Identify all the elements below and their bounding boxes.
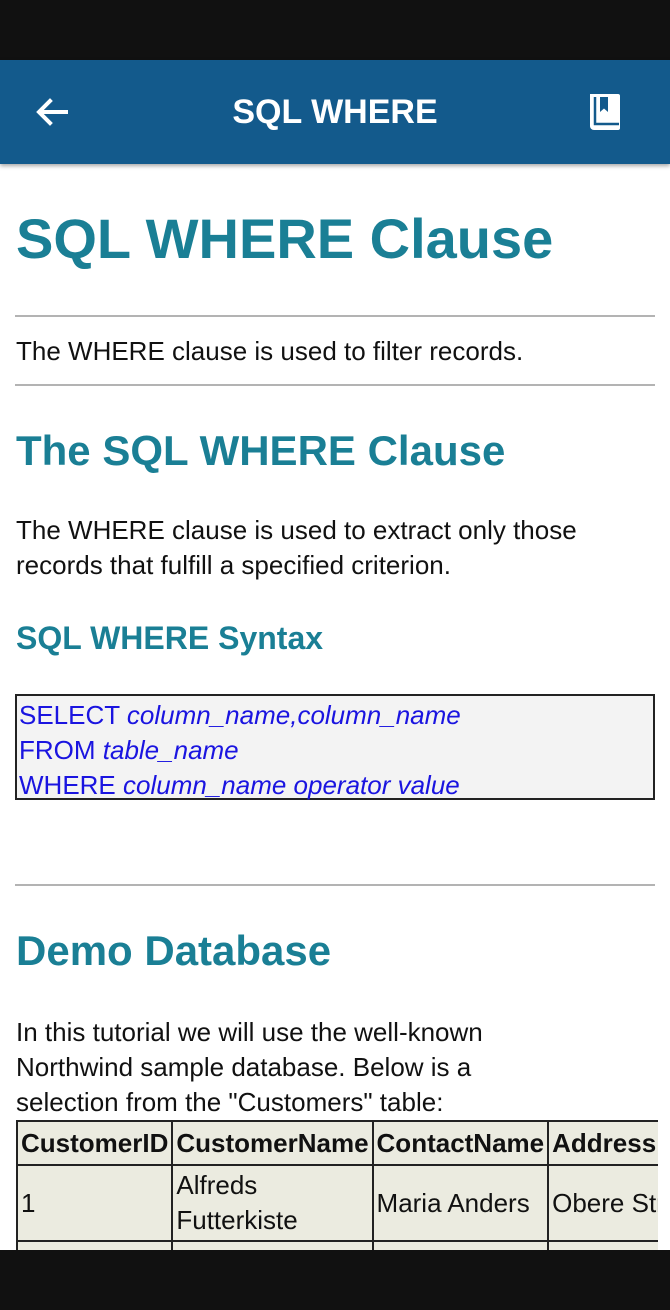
column-header: CustomerID bbox=[16, 1120, 174, 1166]
demo-heading: Demo Database bbox=[16, 927, 332, 974]
code-keyword: FROM bbox=[19, 735, 103, 765]
column-header: CustomerName bbox=[171, 1120, 374, 1166]
arrow-back-icon bbox=[36, 98, 68, 126]
divider bbox=[15, 884, 655, 886]
divider bbox=[15, 384, 655, 386]
code-line: FROM table_name bbox=[19, 733, 653, 768]
code-placeholder: column_name,column_name bbox=[126, 700, 461, 730]
table-cell: Obere Str. 57 bbox=[547, 1164, 658, 1242]
table-cell: Avda. bbox=[547, 1240, 658, 1250]
demo-text: In this tutorial we will use the well-kn… bbox=[16, 1017, 483, 1117]
syntax-heading: SQL WHERE Syntax bbox=[16, 620, 324, 656]
page-title: SQL WHERE Clause bbox=[16, 207, 554, 270]
back-button[interactable] bbox=[28, 88, 76, 136]
status-bar bbox=[0, 0, 670, 60]
customers-table: CustomerID CustomerName ContactName Addr… bbox=[16, 1120, 658, 1250]
code-keyword: SELECT bbox=[19, 700, 127, 730]
intro-text: The WHERE clause is used to filter recor… bbox=[16, 336, 524, 366]
section-heading: The SQL WHERE Clause bbox=[16, 427, 506, 474]
table-cell bbox=[371, 1240, 550, 1250]
app-bar-title: SQL WHERE bbox=[232, 93, 438, 131]
table-cell: Ana Trujillo bbox=[171, 1240, 374, 1250]
code-line: SELECT column_name,column_name bbox=[19, 698, 653, 733]
navigation-bar bbox=[0, 1250, 670, 1310]
table-cell: 2 bbox=[16, 1240, 174, 1250]
customers-table-scroll[interactable]: CustomerID CustomerName ContactName Addr… bbox=[16, 1120, 658, 1250]
table-cell: Maria Anders bbox=[371, 1164, 550, 1242]
table-row: 1 Alfreds Futterkiste Maria Anders Obere… bbox=[16, 1164, 658, 1242]
column-header: ContactName bbox=[371, 1120, 550, 1166]
divider bbox=[15, 315, 655, 317]
app-bar: SQL WHERE bbox=[0, 60, 670, 164]
code-keyword: WHERE bbox=[19, 770, 123, 800]
table-cell: 1 bbox=[16, 1164, 174, 1242]
bookmark-button[interactable] bbox=[580, 88, 628, 136]
bookmark-book-icon bbox=[590, 94, 620, 130]
syntax-code-box: SELECT column_name,column_name FROM tabl… bbox=[15, 694, 655, 800]
column-header: Address bbox=[547, 1120, 658, 1166]
code-placeholder: table_name bbox=[102, 735, 239, 765]
table-cell: Alfreds Futterkiste bbox=[171, 1164, 374, 1242]
code-placeholder: column_name operator value bbox=[123, 770, 460, 800]
table-row: 2 Ana Trujillo Avda. bbox=[16, 1240, 658, 1250]
section-text: The WHERE clause is used to extract only… bbox=[16, 515, 577, 580]
table-header-row: CustomerID CustomerName ContactName Addr… bbox=[16, 1120, 658, 1166]
code-line: WHERE column_name operator value bbox=[19, 768, 653, 803]
article-content[interactable]: SQL WHERE Clause The WHERE clause is use… bbox=[0, 164, 670, 1250]
